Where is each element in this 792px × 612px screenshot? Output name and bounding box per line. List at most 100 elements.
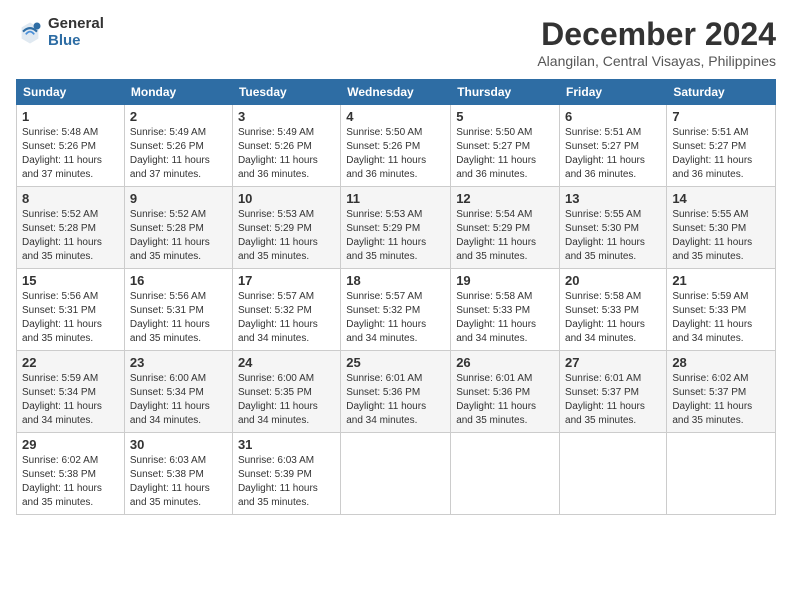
day-info: Sunrise: 5:51 AM Sunset: 5:27 PM Dayligh… xyxy=(565,126,661,182)
table-row: 17 Sunrise: 5:57 AM Sunset: 5:32 PM Dayl… xyxy=(232,269,340,351)
table-row: 23 Sunrise: 6:00 AM Sunset: 5:34 PM Dayl… xyxy=(124,351,232,433)
table-row: 10 Sunrise: 5:53 AM Sunset: 5:29 PM Dayl… xyxy=(232,187,340,269)
day-info: Sunrise: 6:01 AM Sunset: 5:37 PM Dayligh… xyxy=(565,372,661,428)
table-row: 4 Sunrise: 5:50 AM Sunset: 5:26 PM Dayli… xyxy=(341,105,451,187)
day-info: Sunrise: 5:52 AM Sunset: 5:28 PM Dayligh… xyxy=(130,208,227,264)
day-number: 28 xyxy=(672,355,770,370)
logo-blue-text: Blue xyxy=(48,33,104,50)
day-number: 31 xyxy=(238,437,335,452)
day-number: 9 xyxy=(130,191,227,206)
table-row: 30 Sunrise: 6:03 AM Sunset: 5:38 PM Dayl… xyxy=(124,433,232,515)
table-row: 27 Sunrise: 6:01 AM Sunset: 5:37 PM Dayl… xyxy=(560,351,667,433)
day-info: Sunrise: 5:57 AM Sunset: 5:32 PM Dayligh… xyxy=(346,290,445,346)
title-block: December 2024 Alangilan, Central Visayas… xyxy=(537,16,776,69)
day-number: 30 xyxy=(130,437,227,452)
table-row: 26 Sunrise: 6:01 AM Sunset: 5:36 PM Dayl… xyxy=(451,351,560,433)
day-info: Sunrise: 5:56 AM Sunset: 5:31 PM Dayligh… xyxy=(22,290,119,346)
table-row: 1 Sunrise: 5:48 AM Sunset: 5:26 PM Dayli… xyxy=(17,105,125,187)
location-title: Alangilan, Central Visayas, Philippines xyxy=(537,53,776,69)
col-thursday: Thursday xyxy=(451,80,560,105)
table-row: 3 Sunrise: 5:49 AM Sunset: 5:26 PM Dayli… xyxy=(232,105,340,187)
day-number: 21 xyxy=(672,273,770,288)
day-number: 20 xyxy=(565,273,661,288)
day-number: 26 xyxy=(456,355,554,370)
day-number: 6 xyxy=(565,109,661,124)
table-row: 31 Sunrise: 6:03 AM Sunset: 5:39 PM Dayl… xyxy=(232,433,340,515)
table-row: 20 Sunrise: 5:58 AM Sunset: 5:33 PM Dayl… xyxy=(560,269,667,351)
day-info: Sunrise: 5:48 AM Sunset: 5:26 PM Dayligh… xyxy=(22,126,119,182)
day-info: Sunrise: 6:01 AM Sunset: 5:36 PM Dayligh… xyxy=(346,372,445,428)
table-row: 6 Sunrise: 5:51 AM Sunset: 5:27 PM Dayli… xyxy=(560,105,667,187)
day-info: Sunrise: 5:59 AM Sunset: 5:33 PM Dayligh… xyxy=(672,290,770,346)
table-row xyxy=(667,433,776,515)
table-row xyxy=(451,433,560,515)
day-number: 1 xyxy=(22,109,119,124)
logo-general-text: General xyxy=(48,16,104,33)
col-friday: Friday xyxy=(560,80,667,105)
day-number: 27 xyxy=(565,355,661,370)
day-number: 8 xyxy=(22,191,119,206)
calendar-table: Sunday Monday Tuesday Wednesday Thursday… xyxy=(16,79,776,515)
table-row: 18 Sunrise: 5:57 AM Sunset: 5:32 PM Dayl… xyxy=(341,269,451,351)
table-row: 15 Sunrise: 5:56 AM Sunset: 5:31 PM Dayl… xyxy=(17,269,125,351)
table-row: 14 Sunrise: 5:55 AM Sunset: 5:30 PM Dayl… xyxy=(667,187,776,269)
day-number: 23 xyxy=(130,355,227,370)
table-row: 13 Sunrise: 5:55 AM Sunset: 5:30 PM Dayl… xyxy=(560,187,667,269)
col-wednesday: Wednesday xyxy=(341,80,451,105)
day-number: 22 xyxy=(22,355,119,370)
day-number: 11 xyxy=(346,191,445,206)
day-info: Sunrise: 6:02 AM Sunset: 5:38 PM Dayligh… xyxy=(22,454,119,510)
calendar-week-row: 1 Sunrise: 5:48 AM Sunset: 5:26 PM Dayli… xyxy=(17,105,776,187)
col-tuesday: Tuesday xyxy=(232,80,340,105)
calendar-week-row: 22 Sunrise: 5:59 AM Sunset: 5:34 PM Dayl… xyxy=(17,351,776,433)
day-info: Sunrise: 5:51 AM Sunset: 5:27 PM Dayligh… xyxy=(672,126,770,182)
day-info: Sunrise: 6:03 AM Sunset: 5:39 PM Dayligh… xyxy=(238,454,335,510)
day-info: Sunrise: 5:58 AM Sunset: 5:33 PM Dayligh… xyxy=(456,290,554,346)
day-info: Sunrise: 5:57 AM Sunset: 5:32 PM Dayligh… xyxy=(238,290,335,346)
day-info: Sunrise: 6:00 AM Sunset: 5:35 PM Dayligh… xyxy=(238,372,335,428)
day-info: Sunrise: 5:58 AM Sunset: 5:33 PM Dayligh… xyxy=(565,290,661,346)
calendar-week-row: 29 Sunrise: 6:02 AM Sunset: 5:38 PM Dayl… xyxy=(17,433,776,515)
col-sunday: Sunday xyxy=(17,80,125,105)
day-info: Sunrise: 5:53 AM Sunset: 5:29 PM Dayligh… xyxy=(346,208,445,264)
day-info: Sunrise: 5:59 AM Sunset: 5:34 PM Dayligh… xyxy=(22,372,119,428)
page-header: General Blue December 2024 Alangilan, Ce… xyxy=(16,16,776,69)
day-number: 17 xyxy=(238,273,335,288)
day-number: 3 xyxy=(238,109,335,124)
day-number: 24 xyxy=(238,355,335,370)
day-number: 15 xyxy=(22,273,119,288)
table-row xyxy=(560,433,667,515)
day-number: 19 xyxy=(456,273,554,288)
day-number: 14 xyxy=(672,191,770,206)
table-row: 8 Sunrise: 5:52 AM Sunset: 5:28 PM Dayli… xyxy=(17,187,125,269)
month-title: December 2024 xyxy=(537,16,776,53)
table-row: 19 Sunrise: 5:58 AM Sunset: 5:33 PM Dayl… xyxy=(451,269,560,351)
day-number: 16 xyxy=(130,273,227,288)
table-row xyxy=(341,433,451,515)
day-info: Sunrise: 6:01 AM Sunset: 5:36 PM Dayligh… xyxy=(456,372,554,428)
day-number: 13 xyxy=(565,191,661,206)
day-number: 5 xyxy=(456,109,554,124)
logo-icon xyxy=(16,19,44,47)
day-number: 25 xyxy=(346,355,445,370)
day-info: Sunrise: 5:49 AM Sunset: 5:26 PM Dayligh… xyxy=(130,126,227,182)
day-info: Sunrise: 6:03 AM Sunset: 5:38 PM Dayligh… xyxy=(130,454,227,510)
day-number: 12 xyxy=(456,191,554,206)
day-info: Sunrise: 6:02 AM Sunset: 5:37 PM Dayligh… xyxy=(672,372,770,428)
day-info: Sunrise: 5:49 AM Sunset: 5:26 PM Dayligh… xyxy=(238,126,335,182)
day-info: Sunrise: 5:55 AM Sunset: 5:30 PM Dayligh… xyxy=(565,208,661,264)
table-row: 22 Sunrise: 5:59 AM Sunset: 5:34 PM Dayl… xyxy=(17,351,125,433)
day-number: 2 xyxy=(130,109,227,124)
day-info: Sunrise: 5:56 AM Sunset: 5:31 PM Dayligh… xyxy=(130,290,227,346)
day-number: 7 xyxy=(672,109,770,124)
calendar-week-row: 15 Sunrise: 5:56 AM Sunset: 5:31 PM Dayl… xyxy=(17,269,776,351)
day-number: 18 xyxy=(346,273,445,288)
table-row: 16 Sunrise: 5:56 AM Sunset: 5:31 PM Dayl… xyxy=(124,269,232,351)
table-row: 11 Sunrise: 5:53 AM Sunset: 5:29 PM Dayl… xyxy=(341,187,451,269)
table-row: 28 Sunrise: 6:02 AM Sunset: 5:37 PM Dayl… xyxy=(667,351,776,433)
day-number: 10 xyxy=(238,191,335,206)
table-row: 2 Sunrise: 5:49 AM Sunset: 5:26 PM Dayli… xyxy=(124,105,232,187)
day-info: Sunrise: 5:50 AM Sunset: 5:27 PM Dayligh… xyxy=(456,126,554,182)
day-number: 29 xyxy=(22,437,119,452)
col-monday: Monday xyxy=(124,80,232,105)
